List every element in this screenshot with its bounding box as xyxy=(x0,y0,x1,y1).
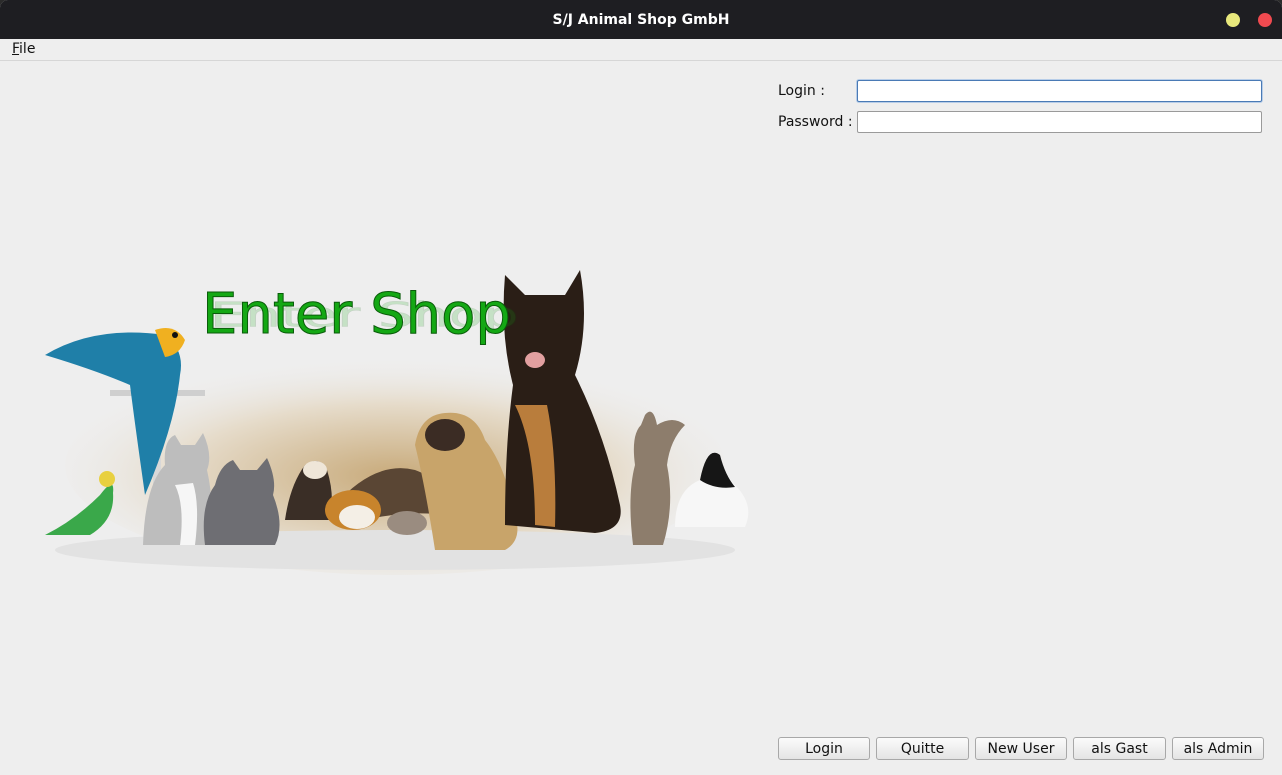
hero-image: Enter Shop Enter Shop xyxy=(45,270,749,575)
password-input[interactable] xyxy=(857,111,1262,133)
menu-file[interactable]: File xyxy=(12,41,35,57)
menu-file-label: ile xyxy=(19,41,36,57)
app-window: S/J Animal Shop GmbH File Login : Passwo… xyxy=(0,0,1282,775)
guest-button[interactable]: als Gast xyxy=(1073,737,1166,760)
close-icon[interactable] xyxy=(1258,13,1272,27)
quit-button[interactable]: Quitte xyxy=(876,737,969,760)
mouse-icon xyxy=(387,511,427,535)
password-label: Password : xyxy=(778,114,853,130)
hero-caption: Enter Shop xyxy=(202,282,511,347)
new-user-button[interactable]: New User xyxy=(975,737,1067,760)
menu-bar: File xyxy=(0,39,1282,61)
guinea-pig-icon xyxy=(325,490,381,530)
menu-file-mnemonic: F xyxy=(12,41,20,57)
admin-button[interactable]: als Admin xyxy=(1172,737,1264,760)
window-title: S/J Animal Shop GmbH xyxy=(552,11,730,28)
login-input[interactable] xyxy=(857,80,1262,102)
login-label: Login : xyxy=(778,83,825,99)
minimize-icon[interactable] xyxy=(1226,13,1240,27)
title-bar[interactable]: S/J Animal Shop GmbH xyxy=(0,0,1282,39)
login-button[interactable]: Login xyxy=(778,737,870,760)
